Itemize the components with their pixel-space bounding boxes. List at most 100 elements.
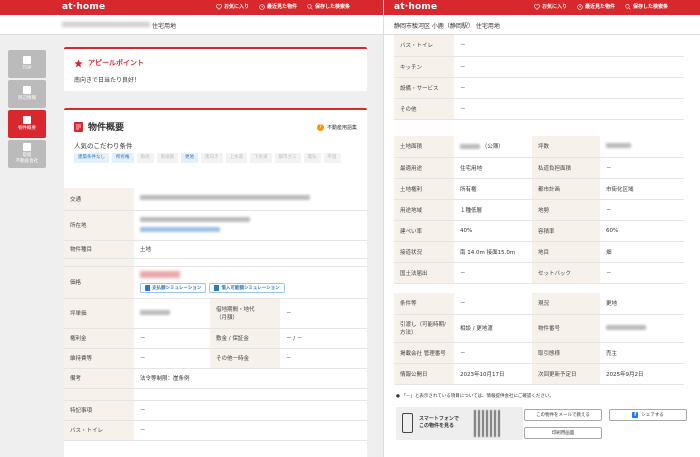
lease-key: 借地期間・地代 （月額） [210,298,280,329]
conditions-key: 条件等 [394,293,454,315]
land-right-value: 所有権 [454,178,532,200]
favorites-label: お気に入り [542,4,568,10]
appeal-body: 南向きで日当たり良好！ [74,77,141,84]
remarks-value: 法令等制限：崖条例 [134,368,367,389]
conditions-value: － [454,293,532,315]
nav-surroundings-label: 周辺情報 [18,96,36,101]
mgmt-number-value: － [454,342,532,364]
land-area-note: （公簿） [481,144,504,151]
site-logo[interactable]: at·home [62,2,105,12]
condition-tag: 電気 [303,153,321,163]
next-update-value: 2025年9月2日 [600,363,684,385]
far-value: 60% [600,220,684,242]
special-notes-key: 特記事項 [64,400,134,421]
recent-label: 最近見た物件 [267,4,298,10]
other-fee-key: その他一時金 [210,348,280,369]
favorites-link[interactable]: お気に入り [216,3,249,10]
key-money-key: 権利金 [64,328,134,349]
overview-table: 交通 所在地 物件種目 土地 価格 支払額シミュレーション 借入可能額シミュレーショ… [64,188,367,441]
site-header: at·home お気に入り 最近見た物件 保存した検索条 [0,0,383,15]
zoning-value: １種低層 [454,199,532,221]
building-icon [23,143,31,151]
payment-sim-button[interactable]: 支払額シミュレーション [140,283,207,293]
clock-icon [259,3,265,10]
email-property-button[interactable]: この物件をメールで教える [524,409,602,421]
price-amount [140,271,180,278]
road-contact-value: 南 14.0m 接面15.0m [454,241,532,263]
property-number-value [600,314,684,343]
maintenance-value: － [134,348,210,369]
condition-tag: 南向き [201,153,223,163]
popular-conditions-title: 人気のこだわり条件 [74,142,133,150]
land-area-value: （公簿） [454,136,532,158]
favorites-link[interactable]: お気に入り [534,3,567,10]
deposit-value: － / － [280,328,367,349]
kitchen-key: キッチン [394,56,454,78]
clock-icon [577,3,583,10]
top-icon [23,56,31,64]
terrain-value: － [600,199,684,221]
address-value [134,210,367,241]
left-browser-pane: at·home お気に入り 最近見た物件 保存した検索条 住宅用地 TOP 周辺… [0,0,383,457]
appeal-title: アピールポイント [88,59,144,67]
property-number-key: 物件番号 [532,314,600,343]
condition-tag: 角地 [136,153,154,163]
city-plan-value: 市街化区域 [600,178,684,200]
road-contact-key: 接道状況 [394,241,454,263]
loan-sim-button[interactable]: 借入可能額シミュレーション [209,283,285,293]
calculator-icon [214,285,220,291]
bullet-icon: ● [396,394,400,399]
bath-toilet-key: バス・トイレ [64,420,134,441]
dash-note: ● 「－」と表示されている項目については、情報提供会社にご確認ください。 [396,393,554,399]
share-label: シェアする [641,413,664,418]
glossary-link[interactable]: ? 不動産用語集 [316,124,357,131]
qr-code [474,410,501,437]
price-value: 支払額シミュレーション 借入可能額シミュレーション [134,266,367,299]
recent-link[interactable]: 最近見た物件 [577,3,615,10]
tsubo-value [600,136,684,158]
terrain-key: 地勢 [532,199,600,221]
recent-label: 最近見た物件 [585,4,616,10]
land-category-key: 地目 [532,241,600,263]
saved-search-link[interactable]: 保存した検索条 [625,3,668,10]
property-overview-card: 物件概要 ? 不動産用語集 人気のこだわり条件 建築条件なし 所有権 角地 南道路 更地… [64,108,367,457]
document-icon [74,121,83,132]
loan-sim-label: 借入可能額シミュレーション [221,286,280,291]
status-key: 現況 [532,293,600,315]
setback-value: － [600,262,684,284]
site-logo[interactable]: at·home [394,2,437,12]
appeal-point-card: アピールポイント 南向きで日当たり良好！ [64,47,367,91]
private-road-value: － [600,157,684,179]
bath-toilet-key: バス・トイレ [394,35,454,57]
remarks-key: 備考 [64,368,134,389]
print-button[interactable]: 印刷用画面 [524,427,602,439]
document-icon [23,116,31,124]
nav-agency[interactable]: 取扱 不動産会社 [8,140,46,168]
nav-surroundings[interactable]: 周辺情報 [8,80,46,108]
handover-key: 引渡し（可能時期/ 方法） [394,314,454,343]
type-key: 物件種目 [64,240,134,259]
question-icon: ? [316,124,324,131]
share-button[interactable]: f シェアする [609,409,687,421]
condition-tags: 建築条件なし 所有権 角地 南道路 更地 南向き 上水道 下水道 都市ガス 電気 平坦 [74,153,359,163]
saved-search-link[interactable]: 保存した検索条 [307,3,350,10]
recent-link[interactable]: 最近見た物件 [259,3,297,10]
price-key: 価格 [64,266,134,299]
tsubo-key: 坪数 [532,136,600,158]
section-nav: TOP 周辺情報 物件概要 取扱 不動産会社 [8,50,46,170]
nav-overview[interactable]: 物件概要 [8,110,46,138]
condition-tag: 南道路 [156,153,178,163]
condition-tag: 建築条件なし [74,153,109,163]
next-update-key: 次回更新予定日 [532,363,600,385]
coverage-key: 建ぺい率 [394,220,454,242]
qr-text: スマートフォンで この物件を見る [419,416,459,429]
mgmt-number-key: 掲載会社 管理番号 [394,342,454,364]
zoning-key: 用途地域 [394,199,454,221]
land-area-key: 土地面積 [394,136,454,158]
handover-value: 相談 / 更地渡 [454,314,532,343]
smartphone-icon [402,413,413,433]
optimal-use-key: 最適用途 [394,157,454,179]
search-icon [307,3,313,10]
nav-top[interactable]: TOP [8,50,46,78]
other-value: － [454,98,684,120]
